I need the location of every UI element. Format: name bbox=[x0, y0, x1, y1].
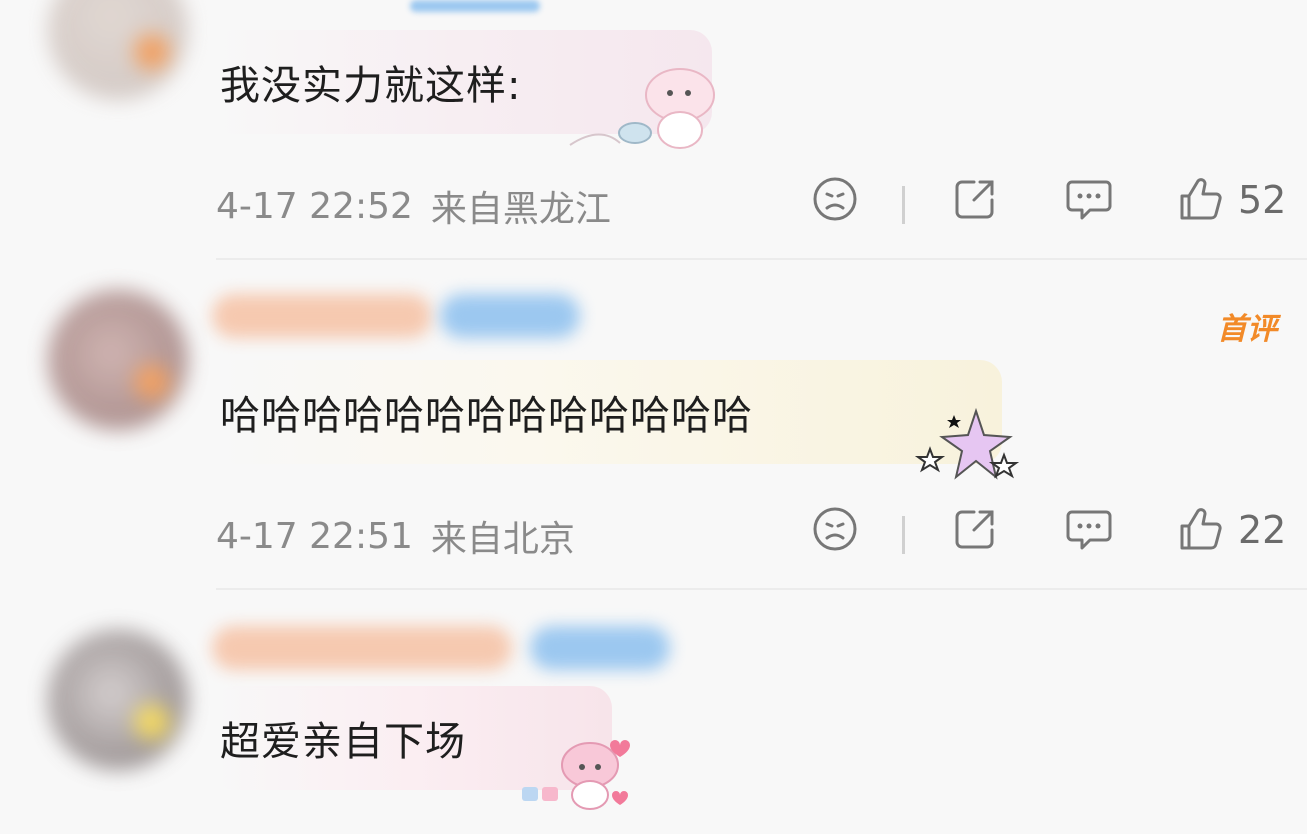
bubble-sticker-icon bbox=[522, 740, 630, 810]
comment-actions: 22 bbox=[0, 506, 1307, 566]
dislike-button[interactable] bbox=[812, 506, 858, 552]
comment-item: 首评 哈哈哈哈哈哈哈哈哈哈哈哈哈 4-17 22:51 来自北京 22 bbox=[0, 260, 1307, 590]
like-icon bbox=[1180, 178, 1222, 220]
comment-bubble: 哈哈哈哈哈哈哈哈哈哈哈哈哈 bbox=[212, 360, 1002, 464]
first-comment-badge: 首评 bbox=[1217, 312, 1277, 347]
comment-item: 我没实力就这样: 4-17 22:52 来自黑龙江 52 bbox=[0, 0, 1307, 260]
vip-badge-blurred bbox=[530, 626, 670, 670]
avatar[interactable] bbox=[48, 630, 188, 770]
share-icon bbox=[955, 510, 994, 549]
comment-button[interactable] bbox=[1064, 506, 1114, 554]
comment-button[interactable] bbox=[1064, 176, 1114, 224]
share-icon bbox=[955, 180, 994, 219]
comment-icon bbox=[1066, 180, 1112, 220]
dislike-button[interactable] bbox=[812, 176, 858, 222]
comment-text: 哈哈哈哈哈哈哈哈哈哈哈哈哈 bbox=[220, 393, 753, 439]
username-blurred[interactable] bbox=[212, 626, 512, 670]
comment-text: 我没实力就这样: bbox=[220, 63, 522, 109]
comment-icon bbox=[1066, 510, 1112, 550]
avatar-badge-icon bbox=[134, 704, 170, 740]
avatar[interactable] bbox=[48, 290, 188, 430]
share-button[interactable] bbox=[952, 176, 998, 222]
star-sticker-icon bbox=[914, 407, 1020, 480]
like-count: 22 bbox=[1238, 508, 1287, 552]
avatar[interactable] bbox=[48, 0, 188, 100]
sad-face-icon bbox=[813, 177, 857, 221]
comment-item: 超爱亲自下场 bbox=[0, 590, 1307, 834]
vip-badge-blurred bbox=[440, 294, 580, 338]
action-divider bbox=[902, 516, 905, 554]
sad-face-icon bbox=[813, 507, 857, 551]
comment-actions: 52 bbox=[0, 176, 1307, 236]
avatar-badge-icon bbox=[134, 34, 170, 70]
action-divider bbox=[902, 186, 905, 224]
comment-text: 超爱亲自下场 bbox=[220, 719, 466, 765]
like-icon bbox=[1180, 508, 1222, 550]
username-blurred[interactable] bbox=[212, 294, 432, 338]
username-blurred[interactable] bbox=[410, 0, 540, 12]
avatar-badge-icon bbox=[134, 364, 170, 400]
like-button[interactable]: 52 bbox=[1176, 176, 1286, 224]
like-count: 52 bbox=[1238, 178, 1287, 222]
like-button[interactable]: 22 bbox=[1176, 506, 1286, 554]
bubble-sticker-icon bbox=[569, 68, 715, 149]
share-button[interactable] bbox=[952, 506, 998, 552]
